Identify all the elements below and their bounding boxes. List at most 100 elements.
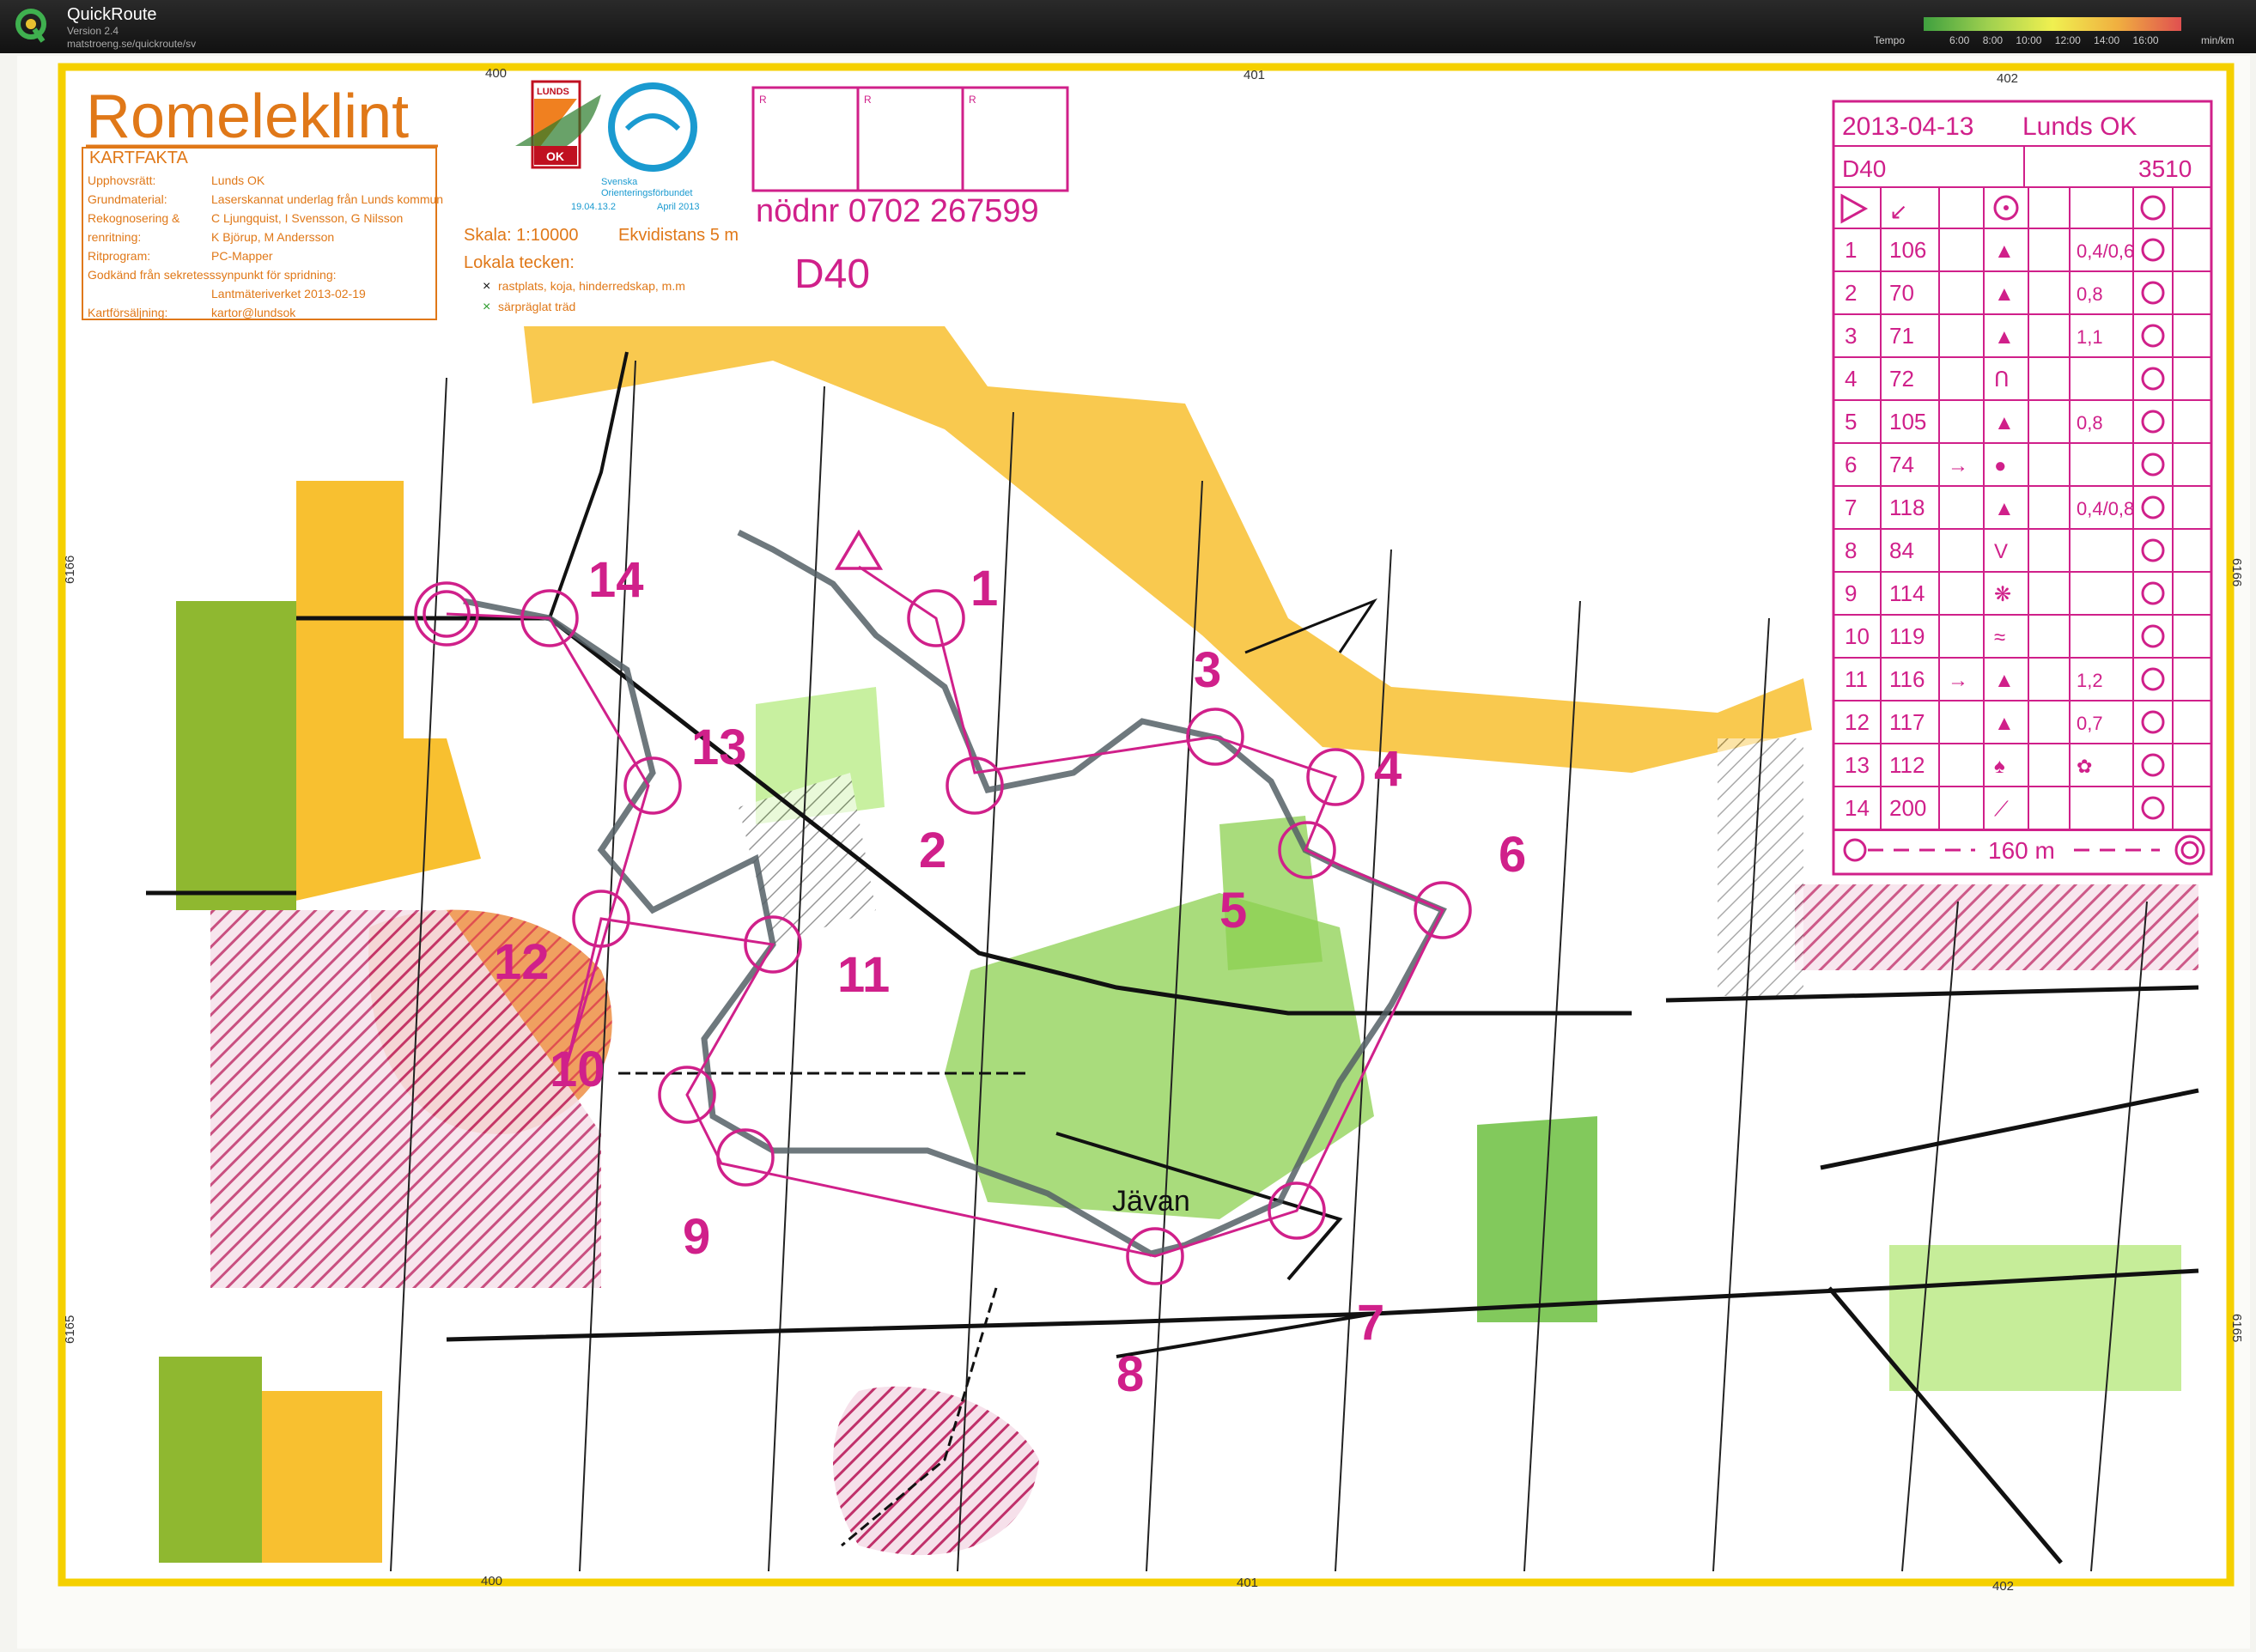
sheet-control-code: 70 bbox=[1889, 280, 1914, 306]
sheet-feature: ♠ bbox=[1994, 755, 2005, 778]
tempo-tick: 10:00 bbox=[2016, 34, 2042, 46]
kartfakta-key: Upphovsrätt: bbox=[88, 173, 155, 187]
sheet-dimension: 0,4/0,6 bbox=[2077, 240, 2134, 262]
sheet-direction: → bbox=[1948, 454, 1968, 477]
control-number-5: 5 bbox=[1219, 883, 1247, 938]
sheet-control-code: 118 bbox=[1889, 495, 1925, 520]
sheet-control-code: 119 bbox=[1889, 623, 1925, 649]
sheet-dimension: 0,4/0,8 bbox=[2077, 498, 2134, 519]
tempo-label: Tempo bbox=[1874, 34, 1906, 46]
sheet-control-code: 84 bbox=[1889, 538, 1914, 563]
sheet-direction: → bbox=[1948, 669, 1968, 692]
sheet-control-code: 117 bbox=[1889, 709, 1925, 735]
sheet-club: Lunds OK bbox=[2022, 112, 2137, 141]
sheet-dimension: 0,8 bbox=[2077, 283, 2103, 305]
grid-label-top: 401 bbox=[1244, 68, 1265, 82]
kartfakta-value: kartor@lundsok bbox=[211, 306, 296, 319]
sheet-feature: V bbox=[1994, 540, 2008, 563]
sheet-feature: ▲ bbox=[1994, 669, 2015, 692]
sheet-control-number: 7 bbox=[1845, 495, 1857, 520]
grid-label-left: 6166 bbox=[63, 556, 77, 584]
tempo-color-scale[interactable] bbox=[1924, 17, 2181, 31]
class-label: D40 bbox=[794, 252, 870, 297]
sheet-feature: ▲ bbox=[1994, 240, 2015, 263]
tempo-tick: 12:00 bbox=[2054, 34, 2081, 46]
map-title: Romeleklint bbox=[86, 82, 409, 151]
sheet-control-number: 14 bbox=[1845, 795, 1870, 821]
federation-logo-text: Svenska bbox=[601, 177, 638, 187]
map-canvas[interactable]: 1 2 3 4 5 6 7 8 9 10 11 12 13 14 Jävan 4… bbox=[0, 53, 2256, 1652]
place-name: Jävan bbox=[1112, 1185, 1190, 1218]
symbol-text: rastplats, koja, hinderredskap, m.m bbox=[498, 279, 685, 293]
sheet-control-number: 11 bbox=[1845, 666, 1868, 692]
sheet-dimension: 1,1 bbox=[2077, 326, 2103, 348]
sheet-control-code: 74 bbox=[1889, 452, 1914, 477]
kartfakta-value: C Ljungquist, I Svensson, G Nilsson bbox=[211, 211, 403, 225]
federation-logo-text: Orienteringsförbundet bbox=[601, 188, 692, 198]
sheet-feature: ▲ bbox=[1994, 282, 2015, 306]
sheet-feature: ▲ bbox=[1994, 411, 2015, 434]
kartfakta-value: Laserskannat underlag från Lunds kommun bbox=[211, 192, 443, 206]
punch-box-label: R bbox=[864, 94, 872, 106]
symbol-mark: × bbox=[483, 279, 490, 294]
control-number-11: 11 bbox=[837, 947, 890, 1003]
app-url: matstroeng.se/quickroute/sv bbox=[67, 38, 197, 50]
sheet-control-number: 9 bbox=[1845, 580, 1857, 606]
kartfakta-key: renritning: bbox=[88, 230, 141, 244]
sheet-control-number: 6 bbox=[1845, 452, 1857, 477]
kartfakta-key: Rekognosering & bbox=[88, 211, 180, 225]
sheet-feature: ⟋ bbox=[1994, 798, 2009, 821]
kartfakta-key: Godkänd från sekretesssynpunkt för sprid… bbox=[88, 268, 337, 282]
control-number-12: 12 bbox=[494, 934, 550, 990]
tempo-ticks: 6:00 8:00 10:00 12:00 14:00 16:00 bbox=[1949, 34, 2159, 46]
quickroute-logo-icon bbox=[15, 9, 46, 43]
control-number-6: 6 bbox=[1499, 827, 1526, 883]
scale-text: Skala: 1:10000 bbox=[464, 226, 578, 245]
grid-label-top: 400 bbox=[485, 66, 507, 81]
sheet-feature: ▲ bbox=[1994, 325, 2015, 349]
green-vegetation-east bbox=[1477, 1116, 1597, 1322]
kartfakta-value: K Björup, M Andersson bbox=[211, 230, 334, 244]
sheet-feature: ● bbox=[1994, 454, 2007, 477]
kartfakta-value: Lunds OK bbox=[211, 173, 265, 187]
control-number-14: 14 bbox=[588, 552, 644, 608]
settlement-west bbox=[176, 601, 296, 910]
punch-box-label: R bbox=[969, 94, 976, 106]
sheet-feature: ꓵ bbox=[1994, 368, 2010, 392]
sheet-dimension: ✿ bbox=[2077, 756, 2092, 777]
description-sheet[interactable]: 2013-04-13 Lunds OK D40 3510 ↙ 1 106 ▲ 0,4/… bbox=[1832, 100, 2213, 876]
control-number-10: 10 bbox=[550, 1042, 605, 1097]
contour-text: Ekvidistans 5 m bbox=[618, 226, 739, 245]
control-number-4: 4 bbox=[1374, 741, 1402, 797]
control-point-icon bbox=[2004, 205, 2009, 210]
sheet-control-code: 116 bbox=[1889, 666, 1925, 692]
symbol-text: särpräglat träd bbox=[498, 300, 575, 313]
federation-logo-text: 19.04.13.2 bbox=[571, 202, 616, 212]
sheet-class: D40 bbox=[1842, 155, 1886, 182]
federation-logo-text: April 2013 bbox=[657, 202, 700, 212]
sheet-control-number: 10 bbox=[1845, 623, 1870, 649]
kartfakta-key: Grundmaterial: bbox=[88, 192, 167, 206]
open-land-south bbox=[262, 1391, 382, 1563]
grid-label-bottom: 401 bbox=[1237, 1576, 1258, 1590]
settlement-south bbox=[159, 1357, 262, 1563]
sheet-control-code: 72 bbox=[1889, 366, 1914, 392]
orienteering-map[interactable]: 1 2 3 4 5 6 7 8 9 10 11 12 13 14 Jävan 4… bbox=[0, 53, 2256, 1652]
sheet-control-number: 5 bbox=[1845, 409, 1857, 434]
tempo-tick: 8:00 bbox=[1982, 34, 2004, 46]
open-land-west bbox=[296, 481, 404, 773]
sheet-control-number: 13 bbox=[1845, 752, 1870, 778]
sheet-feature: ▲ bbox=[1994, 712, 2015, 735]
tempo-unit: min/km bbox=[2201, 34, 2235, 46]
control-number-2: 2 bbox=[919, 823, 946, 878]
sheet-control-code: 106 bbox=[1889, 237, 1926, 263]
kartfakta-value: PC-Mapper bbox=[211, 249, 273, 263]
local-symbols-heading: Lokala tecken: bbox=[464, 253, 575, 272]
kartfakta-heading: KARTFAKTA bbox=[89, 149, 189, 167]
control-number-7: 7 bbox=[1357, 1295, 1384, 1351]
control-number-1: 1 bbox=[970, 561, 998, 616]
sheet-control-number: 12 bbox=[1845, 709, 1870, 735]
sheet-dimension: 0,7 bbox=[2077, 713, 2103, 734]
grid-label-top: 402 bbox=[1997, 71, 2018, 86]
sheet-control-number: 4 bbox=[1845, 366, 1857, 392]
